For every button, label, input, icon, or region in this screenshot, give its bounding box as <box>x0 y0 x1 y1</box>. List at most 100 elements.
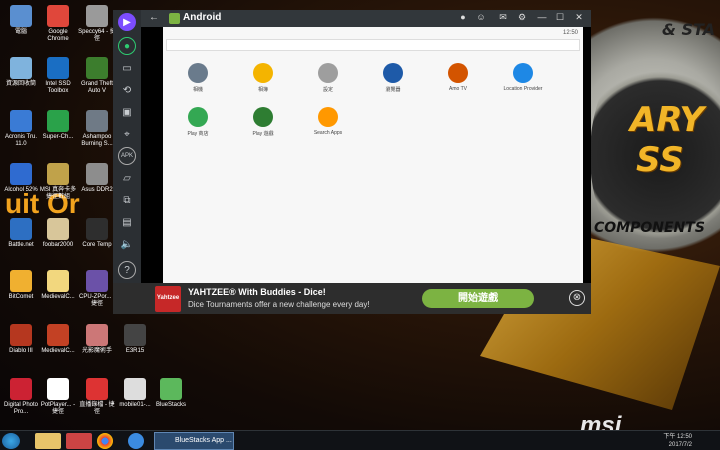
android-app-icon <box>448 63 468 83</box>
rotate-icon[interactable]: ⟲ <box>118 81 136 99</box>
settings-icon[interactable]: ⚙ <box>515 12 529 23</box>
desktop-icon[interactable]: Grand Theft Auto V <box>78 57 116 95</box>
desktop-icon[interactable]: 直播錄檔 - 捷徑 <box>78 378 116 416</box>
desktop-icon-label: MedievalC... <box>41 348 75 354</box>
app-icon <box>47 378 69 400</box>
desktop-icon[interactable]: 電腦 <box>2 5 40 36</box>
video-icon[interactable]: ▶ <box>118 13 136 31</box>
app-icon <box>10 324 32 346</box>
app-icon <box>47 5 69 27</box>
desktop-icon[interactable]: 光影魔術手 <box>78 324 116 355</box>
desktop-icon[interactable]: Battle.net <box>2 218 40 249</box>
app-icon <box>10 218 32 240</box>
desktop-icon[interactable]: MedievalC... <box>39 324 77 355</box>
volume-icon[interactable]: 🔈 <box>118 235 136 253</box>
clock-date: 2017/7/2 <box>668 442 692 448</box>
desktop-icon[interactable]: MSI 真奔卡多 捷徑數組 <box>39 163 77 201</box>
file-explorer-icon[interactable] <box>35 433 61 449</box>
chat-icon[interactable]: ● <box>118 37 136 55</box>
desktop-icon[interactable]: Acronis Tru. 11.0 <box>2 110 40 148</box>
copy-icon[interactable]: ⧉ <box>118 191 136 209</box>
desktop-icon[interactable]: Ashampoo Burning S... <box>78 110 116 148</box>
app-icon <box>86 270 108 292</box>
desktop-icon-label: BlueStacks <box>155 402 186 408</box>
help-icon[interactable]: ? <box>118 261 136 279</box>
android-app[interactable]: Location Provider <box>498 63 548 92</box>
desktop-icon[interactable]: Asus DDR2 <box>78 163 116 194</box>
account-icon[interactable]: ● <box>456 12 470 22</box>
media-player-icon[interactable] <box>66 433 92 449</box>
ad-banner[interactable]: Yahtzee YAHTZEE® With Buddies - Dice! Di… <box>113 283 591 314</box>
android-app-label: 相機 <box>192 87 203 93</box>
desktop-icon[interactable]: Intel SSD Toolbox <box>39 57 77 95</box>
screenshot-icon[interactable]: ▣ <box>118 103 136 121</box>
wallpaper-text-ss: SS <box>636 140 684 180</box>
user-icon[interactable]: ☺ <box>474 12 488 22</box>
ad-thumbnail[interactable]: Yahtzee <box>155 286 181 312</box>
android-app-label: Amo TV <box>449 86 467 92</box>
system-tray[interactable]: 下午 12:50 2017/7/2 <box>663 433 692 449</box>
android-app-icon <box>188 107 208 127</box>
app-icon <box>10 57 32 79</box>
desktop-icon[interactable]: Alcohol 52% <box>2 163 40 194</box>
location-icon[interactable]: ⌖ <box>118 125 136 143</box>
desktop-icon[interactable]: E3R15 <box>116 324 154 355</box>
window-title: Android <box>183 12 222 23</box>
desktop-icon[interactable]: Super-Ch... <box>39 110 77 141</box>
desktop-icon[interactable]: Google Chrome <box>39 5 77 43</box>
minimize-icon[interactable]: — <box>535 12 549 22</box>
android-app[interactable]: Search Apps <box>303 107 353 136</box>
window-titlebar: ← Android ● ☺ ✉ ⚙ — ☐ ✕ <box>141 10 591 27</box>
app-icon <box>47 163 69 185</box>
ie-icon[interactable] <box>128 433 144 449</box>
clock-time: 下午 12:50 <box>663 434 692 440</box>
app-icon <box>160 378 182 400</box>
bluestacks-window[interactable]: ▶ ● ▭ ⟲ ▣ ⌖ APK ▱ ⧉ ▤ 🔈 ? ← Android ● ☺ … <box>113 10 591 314</box>
desktop-icon[interactable]: Speccy64 - 捷徑 <box>78 5 116 43</box>
desktop-icon[interactable]: PotPlayer... - 捷徑 <box>39 378 77 416</box>
desktop-icon[interactable]: Core Temp <box>78 218 116 249</box>
desktop-icon-label: 資源回收筒 <box>5 81 36 87</box>
layers-icon[interactable]: ▭ <box>118 59 136 77</box>
desktop-icon-label: Google Chrome <box>47 29 69 42</box>
back-arrow-icon[interactable]: ← <box>149 12 159 23</box>
desktop-icon[interactable]: BlueStacks <box>152 378 190 409</box>
android-search-bar[interactable] <box>166 39 580 51</box>
app-icon <box>86 324 108 346</box>
android-app-icon <box>188 63 208 83</box>
folder-icon[interactable]: ▱ <box>118 169 136 187</box>
ad-close-icon[interactable]: ⊗ <box>569 290 585 306</box>
close-icon[interactable]: ✕ <box>572 12 586 23</box>
desktop-icon[interactable]: mobile01-... <box>116 378 154 409</box>
start-button[interactable] <box>2 433 20 449</box>
desktop-icon[interactable]: Diablo III <box>2 324 40 355</box>
app-icon <box>47 270 69 292</box>
mail-icon[interactable]: ✉ <box>496 12 510 23</box>
desktop-icon-label: Acronis Tru. 11.0 <box>4 134 37 147</box>
android-app[interactable]: Play 商店 <box>173 107 223 137</box>
desktop-icon-label: Alcohol 52% <box>4 187 38 193</box>
android-app[interactable]: 設定 <box>303 63 353 93</box>
maximize-icon[interactable]: ☐ <box>553 12 567 23</box>
android-app[interactable]: Amo TV <box>433 63 483 92</box>
desktop-icon[interactable]: CPU-ZPor... - 捷徑 <box>78 270 116 308</box>
desktop-icon[interactable]: BitComet <box>2 270 40 301</box>
android-screen[interactable]: 12:50 相機 相簿 設定 瀏覽器 Amo TV Location Provider Pl… <box>163 27 583 289</box>
android-app[interactable]: Play 遊戲 <box>238 107 288 137</box>
chrome-icon[interactable] <box>97 433 113 449</box>
desktop-icon[interactable]: Digital Photo Pro... <box>2 378 40 416</box>
android-app[interactable]: 相機 <box>173 63 223 93</box>
clipboard-icon[interactable]: ▤ <box>118 213 136 231</box>
app-icon <box>86 57 108 79</box>
desktop-icon[interactable]: 資源回收筒 <box>2 57 40 88</box>
apk-icon[interactable]: APK <box>118 147 136 165</box>
android-app[interactable]: 瀏覽器 <box>368 63 418 93</box>
app-icon <box>86 163 108 185</box>
desktop-icon[interactable]: foobar2000 <box>39 218 77 249</box>
ad-play-button[interactable]: 開始遊戲 <box>422 289 534 308</box>
taskbar-bluestacks[interactable]: BlueStacks App ... <box>154 432 234 450</box>
wallpaper-text-sta: & STA <box>662 20 716 39</box>
desktop-icon-label: MedievalC... <box>41 294 75 300</box>
desktop-icon[interactable]: MedievalC... <box>39 270 77 301</box>
android-app[interactable]: 相簿 <box>238 63 288 93</box>
